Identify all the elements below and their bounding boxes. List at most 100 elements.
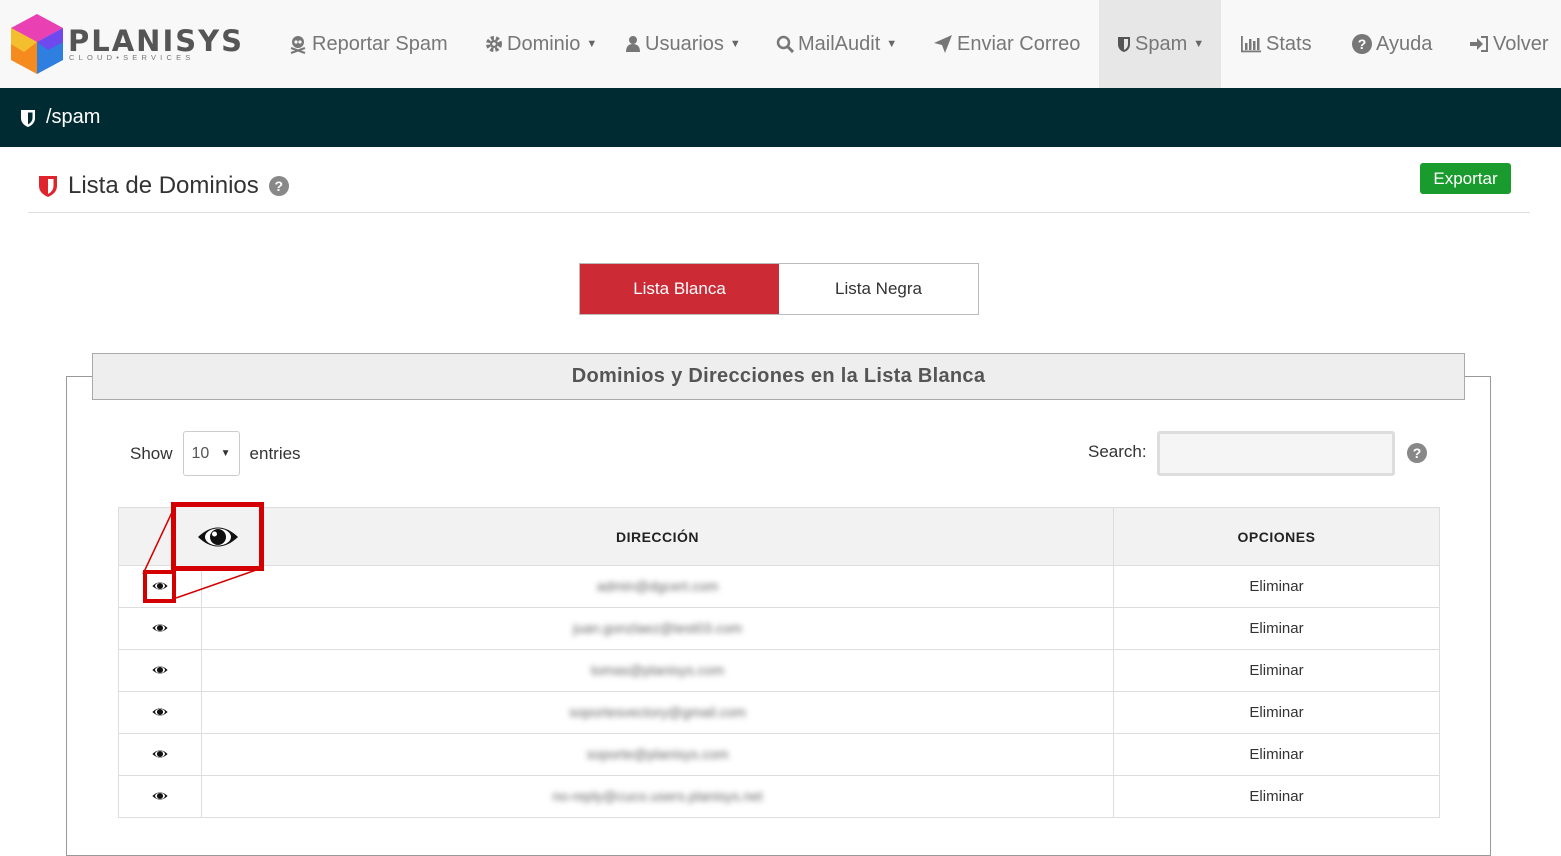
view-cell[interactable] <box>118 733 202 776</box>
table-row: tomas@planisys.com Eliminar <box>118 649 1440 692</box>
search-label: Search: <box>1088 442 1147 461</box>
eye-icon <box>197 527 238 546</box>
search-icon <box>776 35 794 53</box>
shield-icon <box>39 176 57 197</box>
table-row: admin@dgcert.com Eliminar <box>118 565 1440 608</box>
address-cell: no-reply@cuco.users.planisys.net <box>201 775 1114 818</box>
nav-label: Reportar Spam <box>312 32 448 55</box>
options-cell: Eliminar <box>1113 775 1440 818</box>
skull-icon <box>290 36 306 54</box>
delete-link[interactable]: Eliminar <box>1249 620 1303 637</box>
search-input[interactable] <box>1157 431 1395 476</box>
breadcrumb: /spam <box>0 88 1561 147</box>
top-navbar: PLANISYS CLOUD•SERVICES Reportar Spam Do… <box>0 0 1561 88</box>
nav-label: Volver <box>1493 32 1549 55</box>
caret-down-icon: ▼ <box>220 448 231 459</box>
eye-icon[interactable] <box>152 665 168 675</box>
view-cell[interactable] <box>118 607 202 650</box>
table-row: no-reply@cuco.users.planisys.net Eliminar <box>118 775 1440 818</box>
nav-label: Ayuda <box>1376 32 1433 55</box>
divider <box>28 212 1530 213</box>
gear-icon <box>486 36 502 52</box>
table-header-row: DIRECCIÓN OPCIONES <box>118 507 1440 566</box>
options-cell: Eliminar <box>1113 565 1440 608</box>
help-icon[interactable]: ? <box>268 176 289 196</box>
panel-title: Dominios y Direcciones en la Lista Blanc… <box>92 353 1465 400</box>
nav-label: Enviar Correo <box>957 32 1081 55</box>
address-text: juan.gonzlaez@test03.com <box>572 620 743 636</box>
nav-stats[interactable]: Stats <box>1240 0 1312 88</box>
entries-select[interactable]: 10 ▼ <box>182 431 240 476</box>
nav-volver[interactable]: Volver <box>1469 0 1549 88</box>
address-cell: soportesvectory@gmail.com <box>201 691 1114 734</box>
page-title: Lista de Dominios ? <box>38 172 289 200</box>
callout-highlight <box>143 570 176 603</box>
nav-spam[interactable]: Spam ▼ <box>1099 0 1221 88</box>
options-cell: Eliminar <box>1113 649 1440 692</box>
eye-icon[interactable] <box>152 623 168 633</box>
eye-icon[interactable] <box>152 791 168 801</box>
eye-icon[interactable] <box>152 707 168 717</box>
brand-tagline: CLOUD•SERVICES <box>69 53 195 62</box>
eye-icon[interactable] <box>152 749 168 759</box>
sign-in-icon <box>1470 36 1488 52</box>
address-cell: admin@dgcert.com <box>201 565 1114 608</box>
delete-link[interactable]: Eliminar <box>1249 662 1303 679</box>
nav-label: Usuarios <box>645 32 724 55</box>
callout-zoom <box>171 502 264 571</box>
help-icon: ? <box>1352 34 1372 54</box>
entries-value: 10 <box>191 444 210 462</box>
address-cell: soporte@planisys.com <box>201 733 1114 776</box>
entries-length-control: Show 10 ▼ entries <box>130 431 301 476</box>
view-cell[interactable] <box>118 649 202 692</box>
table-row: juan.gonzlaez@test03.com Eliminar <box>118 607 1440 650</box>
table-row: soporte@planisys.com Eliminar <box>118 733 1440 776</box>
options-cell: Eliminar <box>1113 691 1440 734</box>
whitelist-table: DIRECCIÓN OPCIONES admin@dgcert.com Elimi… <box>118 507 1440 818</box>
brand-logo[interactable]: PLANISYS CLOUD•SERVICES <box>8 12 242 76</box>
tab-lista-negra[interactable]: Lista Negra <box>779 264 978 314</box>
nav-dominio[interactable]: Dominio ▼ <box>485 0 597 88</box>
nav-usuarios[interactable]: Usuarios ▼ <box>625 0 741 88</box>
nav-enviar-correo[interactable]: Enviar Correo <box>933 0 1080 88</box>
entries-label: entries <box>249 443 301 463</box>
show-label: Show <box>130 443 173 463</box>
nav-label: MailAudit <box>798 32 881 55</box>
address-cell: juan.gonzlaez@test03.com <box>201 607 1114 650</box>
send-icon <box>934 35 952 53</box>
view-cell[interactable] <box>118 775 202 818</box>
caret-down-icon: ▼ <box>1193 38 1205 50</box>
address-column-header[interactable]: DIRECCIÓN <box>201 507 1114 566</box>
address-text: soportesvectory@gmail.com <box>569 704 746 720</box>
delete-link[interactable]: Eliminar <box>1249 788 1303 805</box>
nav-reportar-spam[interactable]: Reportar Spam <box>288 0 448 88</box>
export-button[interactable]: Exportar <box>1420 163 1511 194</box>
options-cell: Eliminar <box>1113 733 1440 776</box>
address-text: admin@dgcert.com <box>596 578 719 594</box>
shield-icon <box>21 109 35 127</box>
delete-link[interactable]: Eliminar <box>1249 746 1303 763</box>
address-cell: tomas@planisys.com <box>201 649 1114 692</box>
caret-down-icon: ▼ <box>886 38 898 50</box>
caret-down-icon: ▼ <box>729 38 741 50</box>
nav-mailaudit[interactable]: MailAudit ▼ <box>776 0 897 88</box>
nav-label: Spam <box>1135 32 1188 55</box>
address-text: soporte@planisys.com <box>586 746 729 762</box>
table-row: soportesvectory@gmail.com Eliminar <box>118 691 1440 734</box>
options-cell: Eliminar <box>1113 607 1440 650</box>
address-text: no-reply@cuco.users.planisys.net <box>552 788 763 804</box>
delete-link[interactable]: Eliminar <box>1249 578 1303 595</box>
nav-ayuda[interactable]: ? Ayuda <box>1352 0 1432 88</box>
list-tabs: Lista Blanca Lista Negra <box>579 263 979 315</box>
options-column-header: OPCIONES <box>1113 507 1440 566</box>
nav-label: Stats <box>1266 32 1312 55</box>
bar-chart-icon <box>1241 36 1261 53</box>
cube-logo-icon <box>11 14 63 74</box>
help-icon[interactable]: ? <box>1407 443 1427 463</box>
tab-lista-blanca[interactable]: Lista Blanca <box>580 264 779 314</box>
view-cell[interactable] <box>118 691 202 734</box>
delete-link[interactable]: Eliminar <box>1249 704 1303 721</box>
page-title-text: Lista de Dominios <box>68 172 259 199</box>
user-icon <box>626 36 640 52</box>
breadcrumb-path: /spam <box>46 106 101 128</box>
